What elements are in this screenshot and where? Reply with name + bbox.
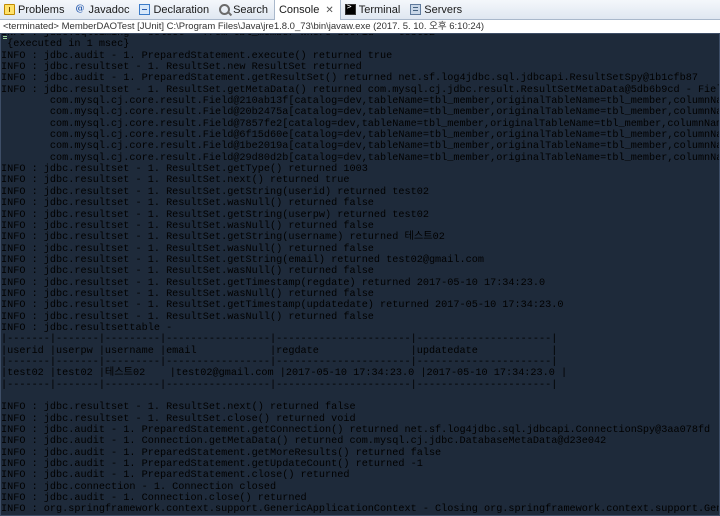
tab-search[interactable]: Search (215, 0, 274, 19)
tab-label: Search (233, 3, 268, 16)
search-icon (219, 4, 231, 15)
servers-icon (410, 4, 422, 15)
tab-label: Javadoc (88, 3, 130, 16)
console-output[interactable] (0, 33, 720, 516)
tab-servers[interactable]: Servers (406, 0, 468, 19)
view-tab-bar: Problems @ Javadoc Declaration Search INFO : … (0, 0, 720, 516)
problems-icon (4, 4, 15, 15)
javadoc-icon: @ (75, 4, 85, 14)
declaration-icon (139, 4, 151, 15)
terminal-icon (344, 2, 356, 15)
console-process-status: <terminated> MemberDAOTest [JUnit] C:\Pr… (0, 20, 720, 33)
tab-javadoc[interactable]: @ Javadoc (70, 0, 135, 19)
tab-label: Console (278, 4, 320, 16)
close-icon[interactable]: ✕ (325, 5, 333, 16)
tab-declaration[interactable]: Declaration (135, 0, 215, 19)
tab-label: Declaration (153, 3, 210, 16)
tab-label: Terminal (358, 3, 401, 16)
tab-label: Problems (18, 3, 65, 16)
tab-label: Servers (424, 3, 463, 16)
tab-console[interactable]: INFO : jdbc.sqltiming - select * from tb… (0, 0, 720, 516)
tab-problems[interactable]: Problems (0, 0, 70, 19)
tab-terminal[interactable]: Terminal (341, 0, 407, 19)
